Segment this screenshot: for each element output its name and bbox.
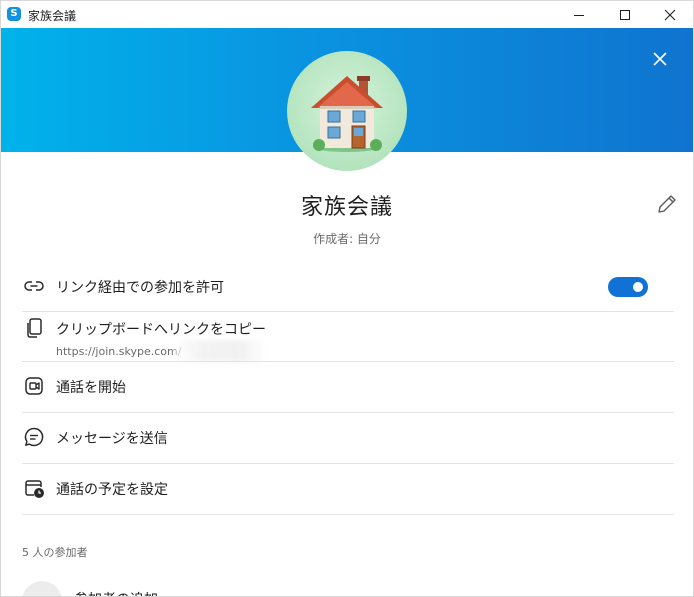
send-message-row[interactable]: メッセージを送信 <box>22 425 674 451</box>
calendar-clock-icon <box>22 476 46 500</box>
close-panel-button[interactable] <box>648 47 672 71</box>
group-avatar[interactable] <box>287 51 407 171</box>
divider <box>22 463 674 464</box>
close-icon <box>653 52 667 66</box>
toggle-knob <box>633 282 643 292</box>
allow-join-link-label: リンク経由での参加を許可 <box>56 280 224 296</box>
chat-icon <box>22 425 46 449</box>
join-link-url: https://join.skype.com/ <box>56 345 182 358</box>
add-participant-icon <box>22 581 62 596</box>
group-name: 家族会議 <box>300 195 393 220</box>
divider <box>22 311 674 312</box>
copy-link-row[interactable]: クリップボードへリンクをコピー https://join.skype.com/ <box>22 315 674 362</box>
minimize-button[interactable] <box>556 1 602 28</box>
creator-label: 作成者: 自分 <box>313 232 381 246</box>
schedule-call-label: 通話の予定を設定 <box>56 482 168 498</box>
divider <box>22 361 674 362</box>
minimize-icon <box>574 14 584 16</box>
divider <box>22 514 674 515</box>
link-icon <box>22 274 46 298</box>
allow-join-link-row[interactable]: リンク経由での参加を許可 <box>22 274 674 300</box>
window-close-button[interactable] <box>647 1 693 28</box>
copy-link-label: クリップボードへリンクをコピー <box>56 322 266 338</box>
skype-app-icon: S <box>7 7 21 21</box>
add-participant-label: 参加者の追加 <box>74 589 158 596</box>
skype-group-window: S 家族会議 家族会議 作成者: 自分 リンク経由での参加を許可 クリップボード… <box>0 0 694 597</box>
edit-group-name-button[interactable] <box>655 192 679 216</box>
house-icon <box>311 76 383 152</box>
close-icon <box>664 9 676 20</box>
maximize-button[interactable] <box>602 1 648 28</box>
add-participant-row[interactable]: 参加者の追加 <box>22 581 674 596</box>
pencil-icon <box>658 195 676 213</box>
divider <box>22 412 674 413</box>
participants-count: 5 人の参加者 <box>22 546 88 559</box>
title-bar: S 家族会議 <box>1 1 693 28</box>
send-message-label: メッセージを送信 <box>56 431 168 447</box>
maximize-icon <box>620 9 630 20</box>
schedule-call-row[interactable]: 通話の予定を設定 <box>22 476 674 502</box>
video-call-icon <box>22 374 46 398</box>
allow-join-link-toggle[interactable] <box>608 277 648 297</box>
redacted-link-blur <box>174 340 268 362</box>
copy-icon <box>22 316 46 340</box>
start-call-row[interactable]: 通話を開始 <box>22 374 674 400</box>
start-call-label: 通話を開始 <box>56 380 126 396</box>
window-title: 家族会議 <box>28 9 77 23</box>
